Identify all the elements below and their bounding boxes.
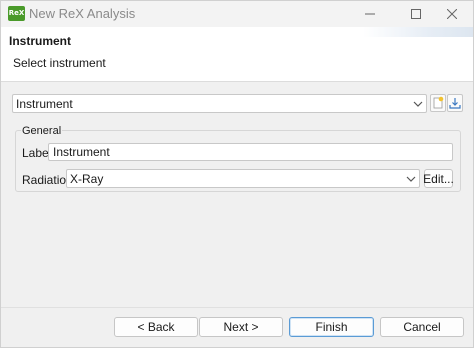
chevron-down-icon xyxy=(406,176,416,182)
wizard-banner: Instrument Select instrument xyxy=(1,27,473,82)
instrument-select-value: Instrument xyxy=(16,97,73,111)
close-button[interactable] xyxy=(429,1,473,27)
chevron-down-icon xyxy=(413,101,423,107)
label-field-label: Label xyxy=(22,146,52,160)
label-input-value: Instrument xyxy=(53,145,110,159)
footer-separator xyxy=(1,307,473,308)
close-icon xyxy=(447,9,457,19)
cancel-button[interactable]: Cancel xyxy=(380,317,464,337)
rex-app-icon: ReX xyxy=(8,6,25,21)
import-instrument-button[interactable] xyxy=(447,94,463,112)
back-button[interactable]: < Back xyxy=(114,317,198,337)
label-input[interactable]: Instrument xyxy=(48,143,453,161)
import-icon xyxy=(449,98,461,109)
new-file-icon xyxy=(433,96,444,109)
radiation-select-value: X-Ray xyxy=(70,172,104,186)
edit-radiation-button[interactable]: Edit... xyxy=(423,169,454,188)
minimize-icon xyxy=(365,13,375,15)
radiation-select[interactable]: X-Ray xyxy=(66,169,420,188)
dialog-window: ReX New ReX Analysis Instrument Select i… xyxy=(0,0,474,348)
banner-decoration xyxy=(363,27,473,37)
minimize-button[interactable] xyxy=(347,1,393,27)
page-title: Instrument xyxy=(9,34,72,48)
maximize-icon xyxy=(411,9,421,19)
finish-button[interactable]: Finish xyxy=(289,317,374,337)
page-description: Select instrument xyxy=(13,56,106,70)
instrument-select[interactable]: Instrument xyxy=(12,94,427,113)
window-title: New ReX Analysis xyxy=(29,6,136,21)
new-instrument-button[interactable] xyxy=(430,94,446,112)
next-button[interactable]: Next > xyxy=(199,317,283,337)
title-bar: ReX New ReX Analysis xyxy=(1,1,473,27)
general-group-title: General xyxy=(21,125,63,137)
